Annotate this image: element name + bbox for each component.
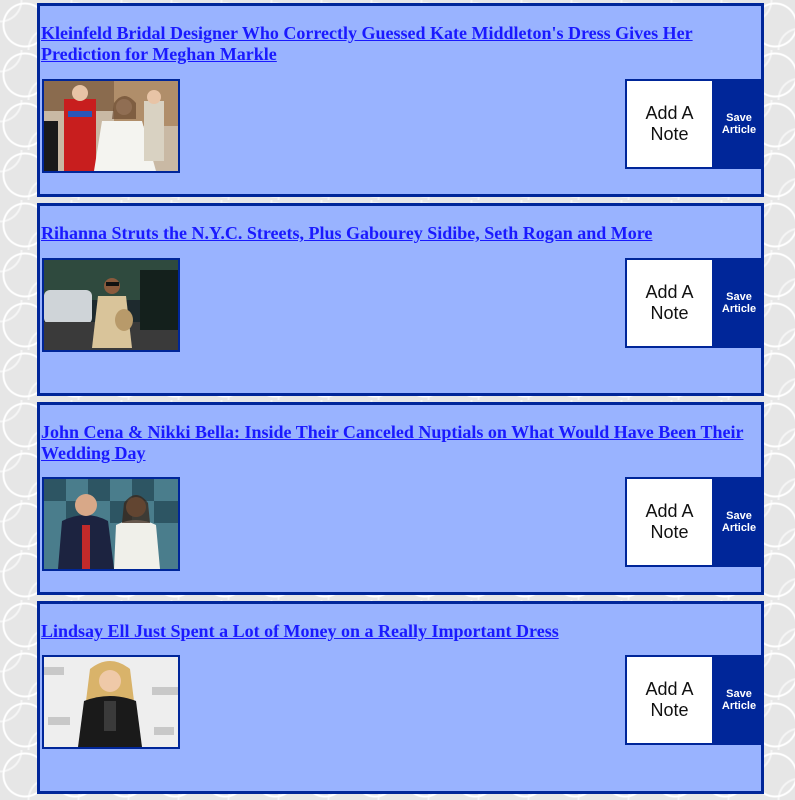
article-card: Rihanna Struts the N.Y.C. Streets, Plus … <box>37 203 764 396</box>
article-thumbnail[interactable] <box>42 655 180 749</box>
add-note-button[interactable]: Add A Note <box>625 655 714 745</box>
save-article-button[interactable]: Save Article <box>714 258 764 348</box>
article-card: Kleinfeld Bridal Designer Who Correctly … <box>37 3 764 197</box>
article-card: Lindsay Ell Just Spent a Lot of Money on… <box>37 601 764 794</box>
add-note-button[interactable]: Add A Note <box>625 477 714 567</box>
royal-wedding-photo <box>44 81 178 171</box>
save-article-button[interactable]: Save Article <box>714 477 764 567</box>
article-thumbnail[interactable] <box>42 79 180 173</box>
article-thumbnail[interactable] <box>42 258 180 352</box>
save-article-button[interactable]: Save Article <box>714 655 764 745</box>
save-article-button[interactable]: Save Article <box>714 79 764 169</box>
article-title-link[interactable]: Kleinfeld Bridal Designer Who Correctly … <box>41 23 745 65</box>
add-note-button[interactable]: Add A Note <box>625 79 714 169</box>
add-note-button[interactable]: Add A Note <box>625 258 714 348</box>
article-card: John Cena & Nikki Bella: Inside Their Ca… <box>37 402 764 595</box>
event-photo <box>44 657 178 747</box>
article-title-link[interactable]: Lindsay Ell Just Spent a Lot of Money on… <box>41 621 745 642</box>
street-photo <box>44 260 178 350</box>
article-title-link[interactable]: John Cena & Nikki Bella: Inside Their Ca… <box>41 422 745 464</box>
article-feed: Kleinfeld Bridal Designer Who Correctly … <box>37 3 764 800</box>
article-thumbnail[interactable] <box>42 477 180 571</box>
article-title-link[interactable]: Rihanna Struts the N.Y.C. Streets, Plus … <box>41 223 745 244</box>
red-carpet-photo <box>44 479 178 569</box>
